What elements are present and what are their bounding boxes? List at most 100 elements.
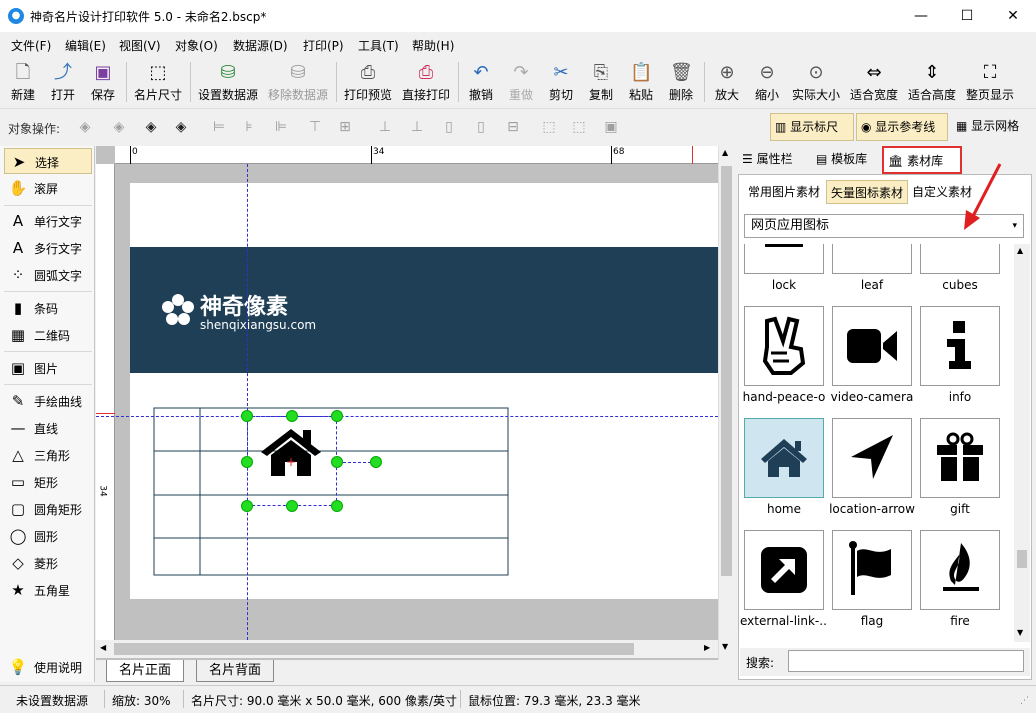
tool-triangle[interactable]: △ 三角形 [4, 442, 92, 468]
menu-edit[interactable]: 编辑(E) [65, 37, 106, 54]
card-size-button[interactable]: ⬚ 名片尺寸 [132, 58, 184, 106]
menu-object[interactable]: 对象(O) [175, 37, 218, 54]
menu-file[interactable]: 文件(F) [11, 37, 51, 54]
icon-cell-home[interactable] [744, 418, 824, 498]
maximize-button[interactable]: ☐ [944, 0, 990, 32]
tool-pan[interactable]: ✋ 滚屏 [4, 175, 92, 201]
cut-button[interactable]: ✂ 剪切 [544, 58, 578, 106]
tab-templates[interactable]: ▤ 模板库 [816, 146, 882, 172]
tool-circle[interactable]: ◯ 圆形 [4, 523, 92, 549]
layers-icon[interactable]: ◈ [142, 119, 160, 135]
distribute-v-icon[interactable]: ⊟ [504, 119, 522, 135]
menu-print[interactable]: 打印(P) [303, 37, 344, 54]
scroll-right-icon[interactable]: ▶ [704, 643, 710, 652]
scroll-up-icon[interactable]: ▲ [722, 148, 728, 157]
resize-handle-n[interactable] [286, 410, 298, 422]
same-width-icon[interactable]: ▯ [472, 119, 490, 135]
help-button[interactable]: 💡 使用说明 [4, 654, 92, 680]
resize-handle-nw[interactable] [241, 410, 253, 422]
actual-size-button[interactable]: ⊙ 实际大小 [790, 58, 842, 106]
menu-datasource[interactable]: 数据源(D) [233, 37, 288, 54]
ungroup-icon[interactable]: ⬚ [570, 119, 588, 135]
scroll-thumb[interactable] [114, 643, 634, 655]
minimize-button[interactable]: — [898, 0, 944, 32]
group-icon[interactable]: ⬚ [540, 119, 558, 135]
tool-freehand[interactable]: ✎ 手绘曲线 [4, 388, 92, 414]
remove-datasource-button[interactable]: ⛁ 移除数据源 [266, 58, 330, 106]
horizontal-guide[interactable] [96, 416, 718, 417]
show-ruler-toggle[interactable]: ▥ 显示标尺 [770, 113, 854, 141]
same-height-icon[interactable]: ▯ [440, 119, 458, 135]
align-center-icon[interactable]: ⊧ [240, 119, 258, 135]
tool-diamond[interactable]: ◇ 菱形 [4, 550, 92, 576]
tool-image[interactable]: ▣ 图片 [4, 355, 92, 381]
scroll-left-icon[interactable]: ◀ [100, 643, 106, 652]
align-right-icon[interactable]: ⊫ [272, 119, 290, 135]
icon-cell-leaf[interactable] [832, 244, 912, 274]
menu-tools[interactable]: 工具(T) [358, 37, 399, 54]
tool-rectangle[interactable]: ▭ 矩形 [4, 469, 92, 495]
icon-cell-external-link[interactable] [744, 530, 824, 610]
copy-button[interactable]: ⎘ 复制 [584, 58, 618, 106]
rotate-handle[interactable] [370, 456, 382, 468]
undo-button[interactable]: ↶ 撤销 [464, 58, 498, 106]
home-icon[interactable] [258, 426, 324, 478]
icon-cell-hand-peace[interactable] [744, 306, 824, 386]
tool-text-arc[interactable]: ⁘ 圆弧文字 [4, 262, 92, 288]
vertical-guide[interactable] [247, 164, 248, 640]
delete-button[interactable]: 🗑 删除 [664, 58, 698, 106]
scroll-thumb[interactable] [721, 166, 732, 576]
tool-barcode[interactable]: ▮ 条码 [4, 295, 92, 321]
tool-qrcode[interactable]: ▦ 二维码 [4, 322, 92, 348]
set-datasource-button[interactable]: ⛁ 设置数据源 [196, 58, 260, 106]
tab-assets[interactable]: 🏛 素材库 [882, 146, 962, 174]
icon-cell-gift[interactable] [920, 418, 1000, 498]
tab-front[interactable]: 名片正面 [106, 660, 185, 682]
scroll-up-icon[interactable]: ▲ [1017, 246, 1023, 255]
tool-text-line[interactable]: A 单行文字 [4, 208, 92, 234]
resize-handle-se[interactable] [331, 500, 343, 512]
direct-print-button[interactable]: ⎙ 直接打印 [400, 58, 452, 106]
tool-text-multiline[interactable]: A 多行文字 [4, 235, 92, 261]
brand-name[interactable]: 神奇像素 [200, 289, 288, 321]
icon-cell-lock[interactable] [744, 244, 824, 274]
menu-help[interactable]: 帮助(H) [412, 37, 454, 54]
canvas-horizontal-scrollbar[interactable]: ◀ ▶ [96, 640, 718, 658]
resize-handle-s[interactable] [286, 500, 298, 512]
tool-star[interactable]: ★ 五角星 [4, 577, 92, 603]
layers-edit-icon[interactable]: ◈ [172, 119, 190, 135]
subtab-images[interactable]: 常用图片素材 [744, 180, 824, 204]
icon-cell-location-arrow[interactable] [832, 418, 912, 498]
fit-width-button[interactable]: ⇔ 适合宽度 [848, 58, 900, 106]
align-left-icon[interactable]: ⊨ [210, 119, 228, 135]
print-preview-button[interactable]: ⎙ 打印预览 [342, 58, 394, 106]
icon-cell-cubes[interactable] [920, 244, 1000, 274]
brand-url[interactable]: shenqixiangsu.com [200, 318, 316, 332]
zoom-in-button[interactable]: ⊕ 放大 [710, 58, 744, 106]
icon-cell-fire[interactable] [920, 530, 1000, 610]
align-vcenter-icon[interactable]: ⊥ [376, 119, 394, 135]
resize-grip-icon[interactable]: ⋰ [1020, 696, 1029, 706]
show-grid-toggle[interactable]: ▦ 显示网格 [954, 113, 1034, 141]
icon-cell-info[interactable] [920, 306, 1000, 386]
resize-handle-sw[interactable] [241, 500, 253, 512]
tab-properties[interactable]: ☰ 属性栏 [742, 146, 808, 172]
scroll-down-icon[interactable]: ▼ [722, 642, 728, 651]
redo-button[interactable]: ↷ 重做 [504, 58, 538, 106]
bring-front-icon[interactable]: ◈ [76, 119, 94, 135]
search-input[interactable] [788, 650, 1024, 672]
fit-height-button[interactable]: ⇕ 适合高度 [906, 58, 958, 106]
lock-object-icon[interactable]: ▣ [602, 119, 620, 135]
save-button[interactable]: ▣ 保存 [86, 58, 120, 106]
scroll-thumb[interactable] [1017, 550, 1027, 568]
tool-rounded-rect[interactable]: ▢ 圆角矩形 [4, 496, 92, 522]
distribute-h-icon[interactable]: ⊞ [336, 119, 354, 135]
zoom-out-button[interactable]: ⊖ 缩小 [750, 58, 784, 106]
fit-page-button[interactable]: ⛶ 整页显示 [964, 58, 1016, 106]
icon-cell-video-camera[interactable] [832, 306, 912, 386]
align-top-icon[interactable]: ⊤ [306, 119, 324, 135]
show-guides-toggle[interactable]: ◉ 显示参考线 [856, 113, 948, 141]
canvas-vertical-scrollbar[interactable]: ▲ ▼ [718, 146, 734, 660]
tool-select[interactable]: ➤ 选择 [4, 148, 92, 174]
menu-view[interactable]: 视图(V) [119, 37, 161, 54]
